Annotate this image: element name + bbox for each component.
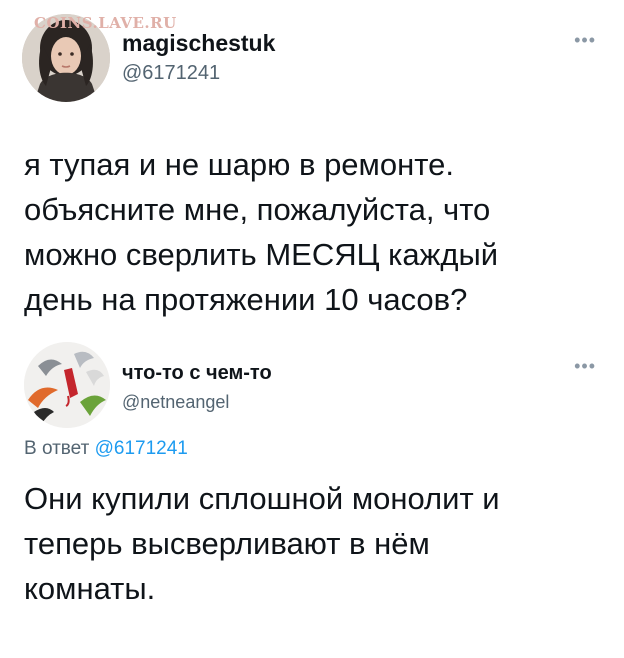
reply-mention-link[interactable]: @6171241 [95, 438, 188, 459]
author-handle[interactable]: @6171241 [122, 62, 220, 85]
umbrellas-avatar-image [24, 342, 110, 428]
reply-to-line: В ответ @6171241 [24, 438, 188, 460]
more-dots-icon[interactable]: ••• [574, 356, 596, 377]
avatar[interactable] [24, 342, 110, 428]
more-dots-icon[interactable]: ••• [574, 30, 596, 51]
watermark: COINS.LAVE.RU [34, 14, 177, 32]
author-name[interactable]: что-то с чем-то [122, 362, 272, 385]
author-name[interactable]: magischestuk [122, 30, 275, 57]
author-handle[interactable]: @netneangel [122, 392, 229, 413]
tweet-text: я тупая и не шарю в ремонте. объясните м… [24, 147, 499, 317]
tweet-text: Они купили сплошной монолит и теперь выс… [24, 481, 500, 606]
reply-to-label: В ответ [24, 438, 90, 459]
